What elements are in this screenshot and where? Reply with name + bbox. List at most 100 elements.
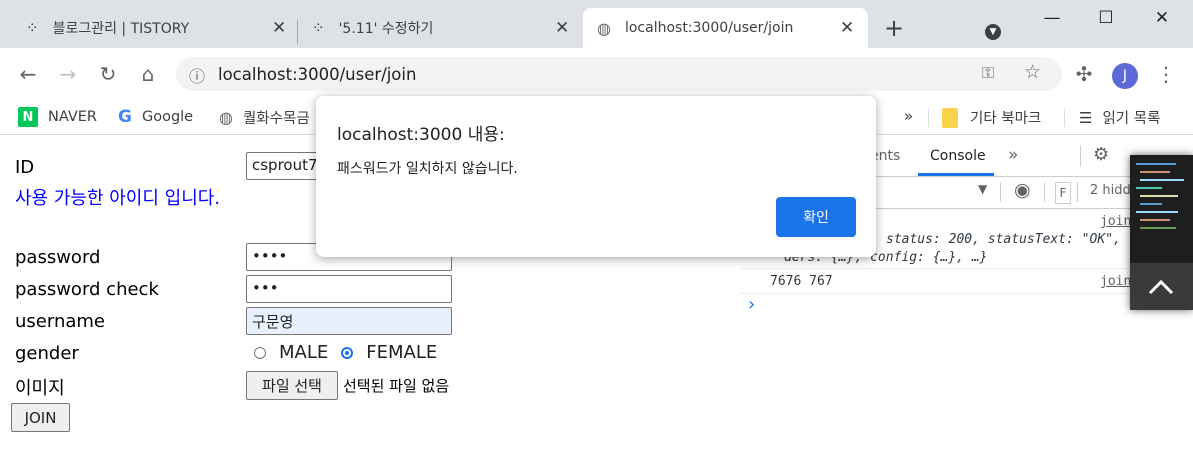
window-thumbnail[interactable] bbox=[1130, 155, 1193, 310]
bookmark-google[interactable]: G Google bbox=[118, 107, 193, 127]
tistory-icon: ⁘ bbox=[312, 19, 325, 37]
avatar[interactable]: J bbox=[1112, 63, 1138, 89]
close-icon[interactable]: ✕ bbox=[272, 18, 286, 38]
folder-icon bbox=[942, 107, 958, 128]
devtools-more-tabs[interactable]: » bbox=[1008, 145, 1018, 165]
google-icon: G bbox=[118, 107, 132, 127]
alert-dialog: localhost:3000 내용: 패스워드가 일치하지 않습니다. 확인 bbox=[316, 96, 876, 257]
devtools-tab-console[interactable]: Console bbox=[930, 148, 986, 164]
devtools-divider bbox=[1080, 146, 1081, 166]
other-bookmarks-label: 기타 북마크 bbox=[970, 111, 1042, 127]
address-bar[interactable]: ⓘ localhost:3000/user/join ⚿ ☆ bbox=[176, 57, 1062, 91]
dialog-message: 패스워드가 일치하지 않습니다. bbox=[337, 161, 518, 177]
eye-icon[interactable]: ◉ bbox=[1014, 179, 1031, 201]
password-check-label: password check bbox=[15, 279, 159, 300]
tab-separator bbox=[297, 20, 298, 44]
id-available-message: 사용 가능한 아이디 입니다. bbox=[15, 188, 221, 209]
star-icon[interactable]: ☆ bbox=[1024, 61, 1041, 83]
close-icon[interactable]: ✕ bbox=[555, 18, 569, 38]
code-line bbox=[1136, 187, 1162, 189]
file-status: 선택된 파일 없음 bbox=[343, 377, 450, 395]
code-line bbox=[1140, 171, 1170, 173]
password-check-input[interactable]: ••• bbox=[246, 275, 452, 303]
tab-title: '5.11' 수정하기 bbox=[338, 21, 434, 37]
gender-label: gender bbox=[15, 343, 79, 364]
globe-icon: ◍ bbox=[219, 108, 233, 127]
code-line bbox=[1136, 163, 1176, 165]
gender-radio-group: MALE FEMALE bbox=[254, 342, 437, 363]
bookmark-divider bbox=[928, 109, 929, 127]
forward-icon[interactable]: → bbox=[52, 58, 84, 90]
tab-edit-post[interactable]: ⁘ '5.11' 수정하기 ✕ bbox=[300, 8, 580, 48]
reading-list[interactable]: ☰ 읽기 목록 bbox=[1079, 107, 1160, 128]
extensions-icon[interactable]: ✣ bbox=[1068, 58, 1100, 90]
window-close-button[interactable]: ✕ bbox=[1135, 0, 1189, 36]
log-text: status: 200, statusText: "OK", bbox=[886, 232, 1121, 247]
devtools-divider bbox=[1077, 182, 1078, 202]
bookmark-divider bbox=[1064, 109, 1065, 127]
tab-user-join[interactable]: ◍ localhost:3000/user/join ✕ bbox=[583, 8, 868, 48]
browser-toolbar: ← → ↻ ⌂ ⓘ localhost:3000/user/join ⚿ ☆ ✣… bbox=[0, 48, 1193, 100]
username-label: username bbox=[15, 311, 105, 332]
code-line bbox=[1140, 179, 1184, 181]
globe-icon: ◍ bbox=[597, 18, 611, 38]
image-label: 이미지 bbox=[15, 378, 65, 399]
gender-female-label: FEMALE bbox=[366, 342, 438, 363]
gender-male-label: MALE bbox=[279, 342, 329, 363]
tab-title: localhost:3000/user/join bbox=[624, 20, 794, 36]
code-line bbox=[1140, 227, 1176, 229]
code-line bbox=[1140, 203, 1162, 205]
dialog-ok-button[interactable]: 확인 bbox=[776, 197, 856, 237]
username-input[interactable]: 구문영 bbox=[246, 307, 452, 335]
hidden-messages-count: 2 hidd bbox=[1090, 183, 1131, 198]
tab-blog-admin[interactable]: ⁘ 블로그관리 | TISTORY ✕ bbox=[14, 8, 294, 48]
code-line bbox=[1140, 219, 1170, 221]
naver-icon: N bbox=[18, 107, 38, 127]
bookmarks-overflow-button[interactable]: » bbox=[904, 107, 913, 125]
context-dropdown-icon[interactable]: ▼ bbox=[978, 182, 987, 196]
password-label: password bbox=[15, 247, 101, 268]
console-prompt[interactable]: › bbox=[748, 294, 755, 315]
bookmark-naver[interactable]: N NAVER bbox=[18, 107, 97, 127]
bookmark-label: NAVER bbox=[48, 109, 97, 125]
back-icon[interactable]: ← bbox=[12, 58, 44, 90]
menu-icon[interactable]: ⋮ bbox=[1150, 58, 1182, 90]
bookmark-schedule[interactable]: ◍ 퀄화수목금 bbox=[219, 107, 310, 128]
scroll-to-top-button[interactable] bbox=[1130, 263, 1193, 310]
info-icon[interactable]: ⓘ bbox=[189, 63, 205, 87]
minimize-button[interactable]: — bbox=[1025, 0, 1079, 36]
reload-icon[interactable]: ↻ bbox=[92, 58, 124, 90]
bookmark-label: Google bbox=[141, 109, 194, 125]
home-icon[interactable]: ⌂ bbox=[132, 58, 164, 90]
devtools-divider bbox=[1044, 182, 1045, 202]
settings-gear-icon[interactable]: ⚙ bbox=[1093, 144, 1109, 165]
reading-list-label: 읽기 목록 bbox=[1102, 111, 1161, 127]
console-filter-input[interactable]: F bbox=[1055, 182, 1071, 204]
log-source-link[interactable]: join bbox=[1100, 274, 1131, 289]
console-log-entry: 7676 767 join bbox=[740, 269, 1193, 294]
close-icon[interactable]: ✕ bbox=[840, 18, 854, 38]
bookmark-label: 퀄화수목금 bbox=[242, 111, 310, 127]
dialog-title: localhost:3000 내용: bbox=[337, 125, 505, 145]
id-label: ID bbox=[15, 157, 35, 178]
code-line bbox=[1140, 195, 1178, 197]
url-text: localhost:3000/user/join bbox=[218, 65, 417, 84]
tab-title: 블로그관리 | TISTORY bbox=[52, 21, 190, 37]
tab-search-icon[interactable]: ▼ bbox=[985, 24, 1001, 40]
log-source-link[interactable]: join bbox=[1100, 214, 1131, 229]
join-button[interactable]: JOIN bbox=[11, 403, 70, 432]
devtools-divider bbox=[1000, 182, 1001, 202]
tab-strip: ⁘ 블로그관리 | TISTORY ✕ ⁘ '5.11' 수정하기 ✕ ◍ lo… bbox=[0, 0, 1193, 48]
gender-female-radio[interactable] bbox=[341, 346, 354, 359]
chevron-up-icon bbox=[1148, 279, 1174, 295]
reading-list-icon: ☰ bbox=[1079, 108, 1093, 127]
file-select-button[interactable]: 파일 선택 bbox=[246, 371, 338, 400]
new-tab-button[interactable]: + bbox=[884, 14, 904, 42]
code-line bbox=[1136, 211, 1178, 213]
other-bookmarks[interactable]: 기타 북마크 bbox=[942, 107, 1041, 128]
gender-male-radio[interactable] bbox=[254, 346, 266, 359]
tistory-icon: ⁘ bbox=[26, 19, 39, 37]
maximize-button[interactable]: ☐ bbox=[1079, 0, 1133, 36]
key-icon[interactable]: ⚿ bbox=[982, 63, 994, 83]
log-text: 7676 767 bbox=[770, 274, 833, 289]
